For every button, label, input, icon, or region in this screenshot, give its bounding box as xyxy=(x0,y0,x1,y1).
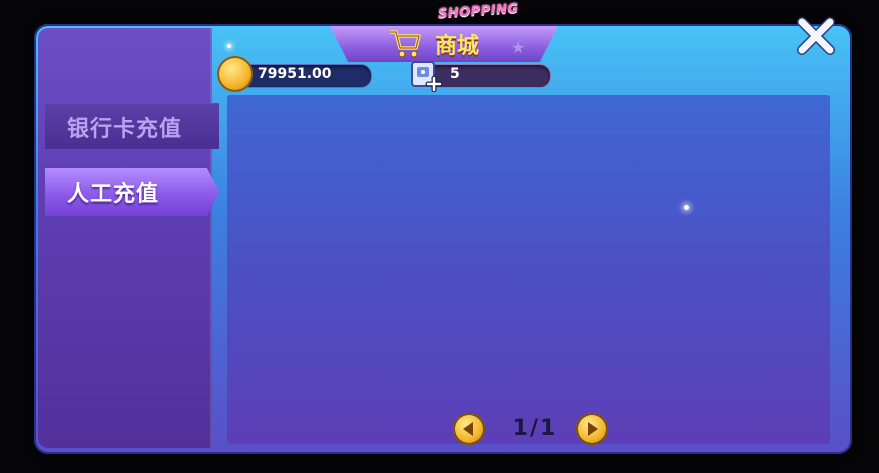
page-indicator: 1/1 xyxy=(512,416,558,441)
tab-label: 人工充值 xyxy=(67,182,160,207)
content-panel xyxy=(227,95,830,444)
coin-icon xyxy=(217,56,253,92)
ticket-icon xyxy=(411,61,443,92)
sidebar xyxy=(38,28,212,448)
arrow-right-icon xyxy=(588,422,598,436)
prev-page-button[interactable] xyxy=(453,413,485,445)
arrow-left-icon xyxy=(463,422,473,436)
close-icon[interactable] xyxy=(796,16,836,56)
next-page-button[interactable] xyxy=(576,413,608,445)
tab-manual-recharge[interactable]: 人工充值 xyxy=(45,168,219,216)
sparkle-decoration xyxy=(684,205,689,210)
tab-label: 银行卡充值 xyxy=(67,116,183,142)
star-decoration: ★ xyxy=(511,38,526,57)
tab-bank-card-recharge[interactable]: 银行卡充值 xyxy=(45,103,219,149)
coin-amount: 79951.00 xyxy=(258,66,332,82)
shopping-subtitle: SHOPPING xyxy=(437,1,520,22)
sparkle-decoration xyxy=(227,44,231,48)
ticket-amount: 5 xyxy=(450,66,460,82)
cart-icon xyxy=(390,30,421,58)
